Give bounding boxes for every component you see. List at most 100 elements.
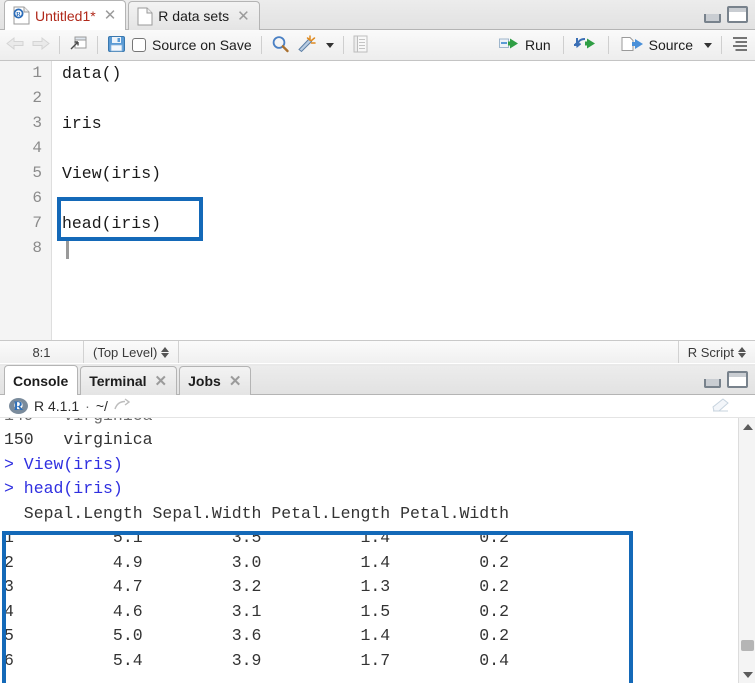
forward-arrow-icon[interactable] bbox=[31, 36, 50, 54]
r-script-file-icon: R bbox=[13, 6, 30, 25]
open-in-new-window-icon[interactable] bbox=[114, 398, 131, 414]
source-toolbar: Source on Save Run Source bbox=[0, 30, 755, 61]
source-on-save-checkbox[interactable] bbox=[132, 38, 146, 52]
console-window-controls bbox=[704, 371, 748, 388]
find-replace-icon[interactable] bbox=[271, 35, 290, 56]
console-session-bar: R R 4.1.1 · ~/ bbox=[0, 395, 755, 418]
source-button[interactable]: Source bbox=[618, 34, 696, 57]
line-number: 7 bbox=[32, 214, 42, 232]
toolbar-divider bbox=[97, 36, 98, 54]
rerun-icon[interactable] bbox=[573, 36, 599, 54]
minimize-icon[interactable] bbox=[704, 379, 721, 388]
r-version-label: R 4.1.1 bbox=[34, 398, 80, 414]
toolbar-divider bbox=[59, 36, 60, 54]
show-in-new-window-icon[interactable] bbox=[69, 35, 88, 55]
line-number: 2 bbox=[32, 89, 42, 107]
console-tab-jobs[interactable]: Jobs ✕ bbox=[179, 366, 252, 395]
run-button[interactable]: Run bbox=[496, 34, 554, 56]
console-panel: Console Terminal ✕ Jobs ✕ R R 4.1.1 · ~/ bbox=[0, 365, 755, 683]
console-output[interactable]: 149 virginica 150 virginica > View(iris)… bbox=[0, 418, 755, 683]
r-logo-icon: R bbox=[9, 398, 28, 414]
maximize-icon[interactable] bbox=[727, 6, 748, 23]
console-tabstrip: Console Terminal ✕ Jobs ✕ bbox=[0, 365, 755, 395]
console-line: 150 virginica bbox=[4, 430, 153, 449]
source-on-save-label: Source on Save bbox=[152, 37, 252, 53]
blank-file-icon bbox=[137, 7, 153, 26]
source-tab-untitled1[interactable]: R Untitled1* ✕ bbox=[4, 0, 127, 30]
code-line: iris bbox=[62, 114, 102, 133]
console-tab-terminal[interactable]: Terminal ✕ bbox=[80, 366, 178, 395]
cursor-position: 8:1 bbox=[0, 341, 84, 363]
code-line: data() bbox=[62, 64, 122, 83]
code-line: head(iris) bbox=[62, 214, 162, 233]
text-caret bbox=[66, 240, 69, 259]
run-icon bbox=[498, 36, 521, 54]
code-line: View(iris) bbox=[62, 164, 162, 183]
console-tab-console[interactable]: Console bbox=[4, 365, 79, 395]
console-scrollbar[interactable] bbox=[738, 418, 755, 683]
scroll-down-arrow-icon[interactable] bbox=[739, 666, 755, 683]
line-number: 5 bbox=[32, 164, 42, 182]
line-number: 6 bbox=[32, 189, 42, 207]
console-line: > View(iris) bbox=[4, 454, 123, 474]
console-line: > head(iris) bbox=[4, 479, 123, 498]
console-line: 3 4.7 3.2 1.3 0.2 bbox=[4, 577, 509, 596]
editor-gutter: 1 2 3 4 5 6 7 8 bbox=[0, 61, 52, 340]
toolbar-divider bbox=[607, 36, 609, 54]
source-window-controls bbox=[704, 6, 748, 23]
console-line: 1 5.1 3.5 1.4 0.2 bbox=[4, 528, 509, 547]
line-number: 1 bbox=[32, 64, 42, 82]
code-tools-icon[interactable] bbox=[296, 34, 318, 56]
console-line: 149 virginica bbox=[0, 418, 153, 429]
editor-status-bar: 8:1 (Top Level) R Script bbox=[0, 340, 755, 363]
console-tab-label: Jobs bbox=[188, 373, 221, 389]
maximize-icon[interactable] bbox=[727, 371, 748, 388]
show-outline-icon[interactable] bbox=[731, 36, 749, 55]
cursor-position-value: 8:1 bbox=[32, 344, 51, 360]
chevron-updown-icon bbox=[161, 346, 170, 358]
toolbar-divider bbox=[721, 36, 722, 54]
editor-code-area[interactable]: data() iris View(iris) head(iris) bbox=[52, 61, 755, 340]
source-tab-label: Untitled1* bbox=[35, 7, 96, 24]
minimize-icon[interactable] bbox=[704, 14, 721, 23]
line-number: 8 bbox=[32, 239, 42, 257]
clear-console-icon[interactable] bbox=[712, 397, 729, 415]
console-tab-label: Console bbox=[13, 372, 69, 389]
rstudio-window: R Untitled1* ✕ R data sets ✕ Source on S… bbox=[0, 0, 755, 683]
close-icon[interactable]: ✕ bbox=[155, 374, 168, 389]
source-tab-label: R data sets bbox=[158, 8, 230, 24]
line-number: 4 bbox=[32, 139, 42, 157]
source-label: Source bbox=[648, 37, 693, 53]
source-panel: R Untitled1* ✕ R data sets ✕ Source on S… bbox=[0, 0, 755, 364]
console-tab-label: Terminal bbox=[89, 373, 147, 389]
scope-selector[interactable]: (Top Level) bbox=[84, 341, 180, 363]
console-line: 5 5.0 3.6 1.4 0.2 bbox=[4, 626, 509, 645]
file-type-label: R Script bbox=[687, 344, 734, 360]
chevron-down-icon[interactable] bbox=[325, 42, 334, 48]
toolbar-divider bbox=[260, 36, 262, 54]
code-editor[interactable]: 1 2 3 4 5 6 7 8 data() iris View(iris) h… bbox=[0, 61, 755, 340]
close-icon[interactable]: ✕ bbox=[229, 374, 242, 389]
run-label: Run bbox=[524, 37, 551, 53]
console-line: 2 4.9 3.0 1.4 0.2 bbox=[4, 552, 509, 572]
back-arrow-icon[interactable] bbox=[6, 36, 25, 54]
scroll-up-arrow-icon[interactable] bbox=[739, 418, 755, 435]
close-icon[interactable]: ✕ bbox=[104, 8, 117, 23]
console-line: 4 4.6 3.1 1.5 0.2 bbox=[4, 601, 509, 621]
close-icon[interactable]: ✕ bbox=[237, 9, 250, 24]
source-tab-r-data-sets[interactable]: R data sets ✕ bbox=[128, 1, 260, 30]
scrollbar-thumb[interactable] bbox=[741, 640, 754, 651]
file-type-selector[interactable]: R Script bbox=[677, 341, 755, 363]
chevron-updown-icon bbox=[738, 346, 746, 358]
chevron-down-icon[interactable] bbox=[704, 42, 712, 48]
document-outline-icon[interactable] bbox=[353, 35, 368, 56]
toolbar-divider bbox=[342, 36, 344, 54]
console-line: 6 5.4 3.9 1.7 0.4 bbox=[4, 650, 509, 670]
save-icon[interactable] bbox=[107, 35, 126, 56]
svg-text:R: R bbox=[16, 11, 21, 18]
separator-dot: · bbox=[85, 398, 90, 414]
